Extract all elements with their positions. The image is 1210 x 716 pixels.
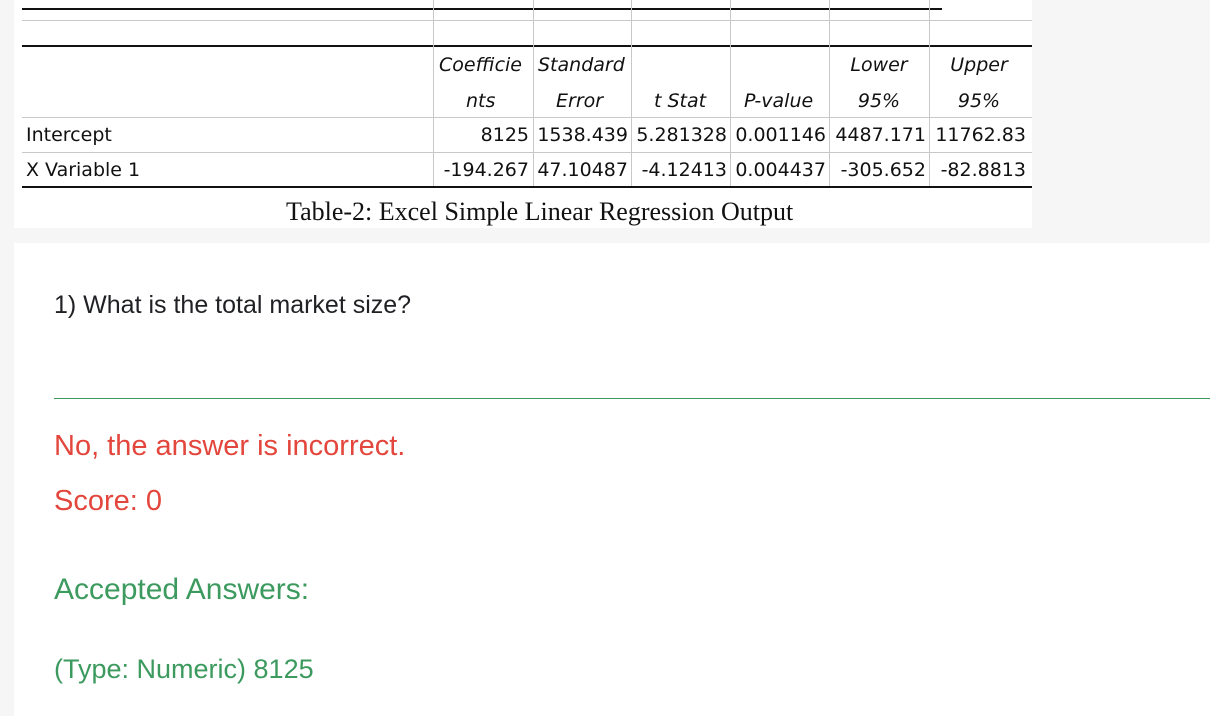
xvar-lower-95: -305.652 — [840, 159, 926, 181]
page: Coefficie Standard Lower Upper nts Error… — [0, 0, 1210, 716]
accepted-answers-title: Accepted Answers: — [54, 573, 310, 606]
score-text: Score: 0 — [54, 485, 162, 517]
table-gridline — [22, 117, 1032, 118]
xvar-standard-error: 47.10487 — [537, 159, 628, 181]
table-top-border — [22, 8, 942, 10]
xvar-coefficient: -194.267 — [443, 159, 529, 181]
xvar-t-stat: -4.12413 — [641, 159, 727, 181]
header-p-value: P-value — [744, 90, 814, 112]
table-gridline — [22, 20, 1032, 21]
table-bottom-border — [22, 186, 1032, 188]
intercept-standard-error: 1538.439 — [537, 124, 628, 146]
table-gridline — [433, 0, 434, 186]
xvar-p-value: 0.004437 — [735, 159, 826, 181]
intercept-upper-95: 11762.83 — [935, 124, 1026, 146]
table-gridline — [22, 152, 1032, 153]
question-text: 1) What is the total market size? — [54, 291, 412, 319]
table-caption: Table-2: Excel Simple Linear Regression … — [286, 197, 794, 226]
row-label-intercept: Intercept — [26, 124, 112, 146]
table-gridline — [631, 0, 632, 186]
table-gridline — [730, 0, 731, 186]
header-standard-error-line1: Standard — [538, 54, 625, 76]
intercept-coefficient: 8125 — [480, 124, 529, 146]
header-coefficients-line2: nts — [466, 90, 496, 112]
incorrect-feedback: No, the answer is incorrect. — [54, 430, 406, 462]
header-t-stat: t Stat — [654, 90, 707, 112]
header-standard-error-line2: Error — [556, 90, 604, 112]
question-card: 1) What is the total market size? No, th… — [14, 243, 1210, 716]
regression-table-image: Coefficie Standard Lower Upper nts Error… — [14, 0, 1032, 228]
table-gridline — [829, 0, 830, 186]
table-gridline — [929, 0, 930, 186]
accepted-answer-value: (Type: Numeric) 8125 — [54, 654, 314, 684]
table-gridline — [533, 0, 534, 186]
row-label-x-variable-1: X Variable 1 — [26, 159, 141, 181]
intercept-t-stat: 5.281328 — [636, 124, 727, 146]
intercept-p-value: 0.001146 — [735, 124, 826, 146]
table-header-top-border — [22, 45, 1032, 47]
intercept-lower-95: 4487.171 — [835, 124, 926, 146]
xvar-upper-95: -82.8813 — [940, 159, 1026, 181]
answer-input-underline[interactable] — [54, 398, 1210, 399]
header-upper-95: 95% — [957, 90, 1001, 112]
header-lower-line1: Lower — [850, 54, 908, 76]
header-coefficients-line1: Coefficie — [439, 54, 522, 76]
header-lower-95: 95% — [857, 90, 901, 112]
header-upper-line1: Upper — [950, 54, 1008, 76]
